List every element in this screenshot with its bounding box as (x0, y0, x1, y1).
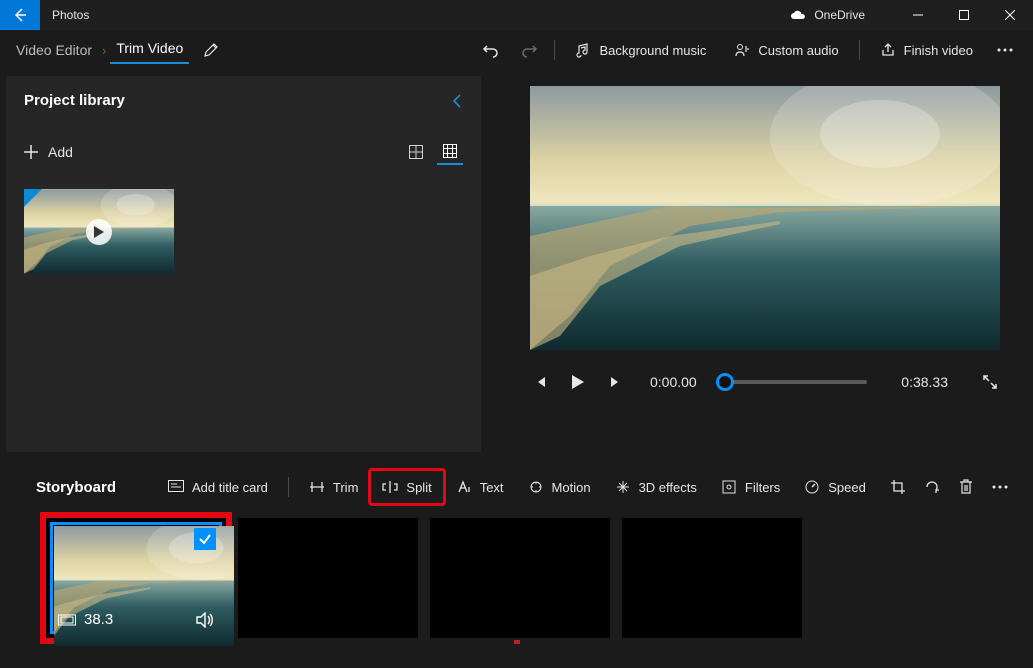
redo-icon (520, 41, 538, 59)
music-icon (575, 42, 591, 58)
3d-effects-button[interactable]: 3D effects (603, 470, 709, 504)
cloud-icon (790, 10, 806, 20)
seek-knob[interactable] (716, 373, 734, 391)
volume-icon (196, 612, 214, 628)
rotate-icon (924, 479, 940, 495)
library-title: Project library (24, 92, 125, 109)
fullscreen-button[interactable] (980, 374, 1000, 390)
audio-person-icon (734, 42, 750, 58)
text-icon (456, 480, 472, 494)
clip-volume-button[interactable] (196, 612, 214, 628)
total-time: 0:38.33 (901, 374, 948, 390)
storyboard-clip-selected[interactable]: 38.3 (46, 518, 226, 638)
minimize-button[interactable] (895, 0, 941, 30)
seek-slider[interactable] (725, 380, 868, 384)
speed-icon (804, 479, 820, 495)
duration-icon (58, 613, 76, 627)
grid-large-icon (409, 145, 423, 159)
view-small-button[interactable] (437, 139, 463, 165)
add-media-button[interactable]: Add (24, 144, 73, 160)
scroll-indicator (514, 640, 520, 644)
trash-icon (959, 479, 973, 495)
redo-button[interactable] (510, 30, 548, 70)
current-time: 0:00.00 (650, 374, 697, 390)
play-overlay-icon (86, 219, 112, 245)
split-button[interactable]: Split (370, 470, 443, 504)
editor-toolbar: Video Editor › Trim Video Background mus… (0, 30, 1033, 70)
storyboard-toolbar: Storyboard Add title card Trim Split Tex… (16, 464, 1017, 510)
motion-icon (528, 479, 544, 495)
app-title: Photos (40, 8, 89, 22)
pencil-icon (203, 42, 219, 58)
storyboard-clip-empty[interactable] (622, 518, 802, 638)
project-library-panel: Project library Add (6, 76, 481, 452)
add-title-card-button[interactable]: Add title card (156, 470, 280, 504)
chevron-left-icon (451, 93, 463, 109)
sparkle-icon (615, 479, 631, 495)
onedrive-status[interactable]: OneDrive (760, 8, 895, 22)
motion-button[interactable]: Motion (516, 470, 603, 504)
storyboard-clip-empty[interactable] (238, 518, 418, 638)
crop-button[interactable] (881, 470, 915, 504)
video-badge-icon (24, 189, 42, 207)
collapse-library-button[interactable] (451, 93, 463, 109)
breadcrumb-project[interactable]: Trim Video (110, 36, 189, 64)
fullscreen-icon (982, 374, 998, 390)
title-card-icon (168, 480, 184, 494)
custom-audio-button[interactable]: Custom audio (720, 30, 852, 70)
library-clip[interactable] (24, 189, 174, 274)
undo-icon (482, 41, 500, 59)
crop-icon (890, 479, 906, 495)
preview-frame (530, 86, 1000, 350)
filters-icon (721, 479, 737, 495)
storyboard-title: Storyboard (36, 479, 116, 496)
title-bar: Photos OneDrive (0, 0, 1033, 30)
close-button[interactable] (987, 0, 1033, 30)
export-icon (880, 42, 896, 58)
trim-icon (309, 480, 325, 494)
arrow-left-icon (12, 7, 28, 23)
plus-icon (24, 145, 38, 159)
rename-button[interactable] (203, 42, 219, 58)
split-icon (382, 480, 398, 494)
video-preview[interactable] (530, 86, 1000, 350)
selected-check-icon (194, 528, 216, 550)
back-button[interactable] (0, 0, 40, 30)
preview-panel: 0:00.00 0:38.33 (481, 70, 1033, 458)
view-large-button[interactable] (403, 139, 429, 165)
delete-button[interactable] (949, 470, 983, 504)
trim-button[interactable]: Trim (297, 470, 371, 504)
grid-small-icon (443, 144, 457, 158)
undo-button[interactable] (472, 30, 510, 70)
play-button[interactable] (568, 375, 588, 389)
chevron-right-icon: › (98, 43, 110, 58)
text-button[interactable]: Text (444, 470, 516, 504)
storyboard-more-button[interactable] (983, 470, 1017, 504)
clip-duration: 38.3 (58, 611, 113, 628)
rotate-button[interactable] (915, 470, 949, 504)
breadcrumb-root[interactable]: Video Editor (10, 38, 98, 62)
storyboard-clips: 38.3 (16, 510, 1017, 638)
maximize-button[interactable] (941, 0, 987, 30)
storyboard-panel: Storyboard Add title card Trim Split Tex… (0, 458, 1033, 668)
prev-frame-button[interactable] (530, 375, 550, 389)
background-music-button[interactable]: Background music (561, 30, 720, 70)
player-controls: 0:00.00 0:38.33 (530, 374, 1000, 390)
more-button[interactable] (987, 30, 1023, 70)
finish-video-button[interactable]: Finish video (866, 30, 987, 70)
ellipsis-icon (992, 485, 1008, 489)
filters-button[interactable]: Filters (709, 470, 792, 504)
ellipsis-icon (997, 48, 1013, 52)
speed-button[interactable]: Speed (792, 470, 878, 504)
storyboard-clip-empty[interactable] (430, 518, 610, 638)
next-frame-button[interactable] (606, 375, 626, 389)
